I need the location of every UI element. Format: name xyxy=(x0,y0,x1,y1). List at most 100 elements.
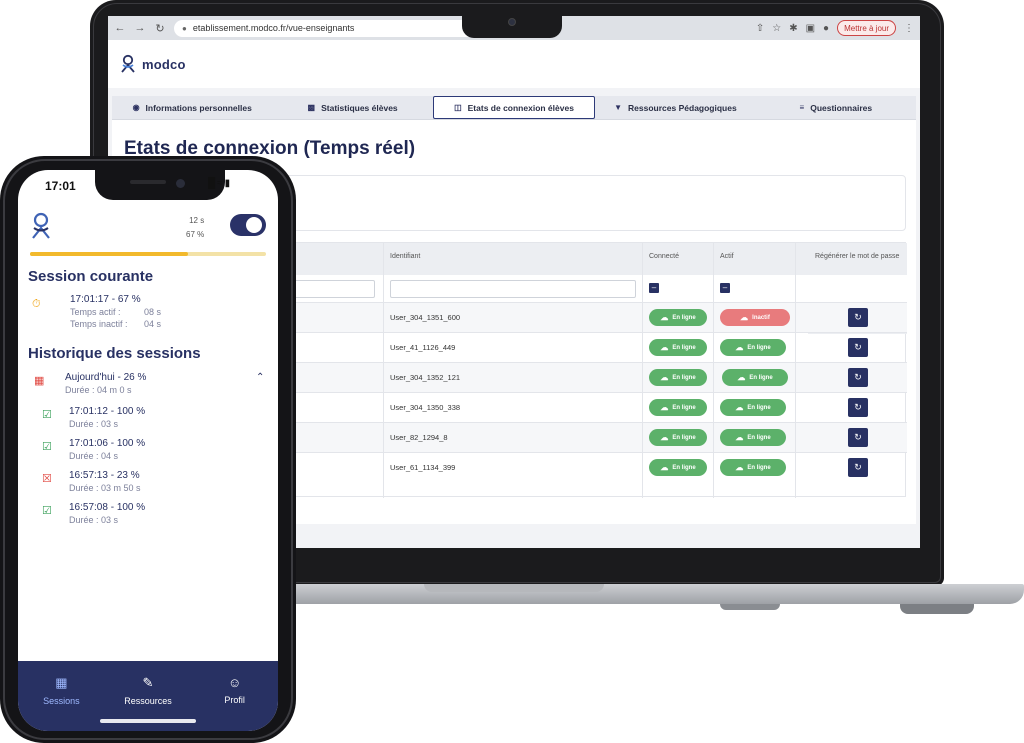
app-header: modco xyxy=(108,40,920,88)
cloud-off-icon: ☁ xyxy=(740,313,749,322)
chart-icon: ▩ xyxy=(307,103,316,112)
laptop-foot xyxy=(900,604,974,614)
tab-etats-connexion[interactable]: ◫ Etats de connexion élèves xyxy=(432,96,596,119)
inactive-time-label: Temps inactif : xyxy=(70,319,128,329)
refresh-icon: ↻ xyxy=(854,462,862,472)
laptop-foot xyxy=(720,604,780,610)
basket-icon: ▼ xyxy=(614,103,623,112)
history-day-label[interactable]: Aujourd'hui - 26 % xyxy=(65,372,146,383)
modco-logo-icon[interactable] xyxy=(120,54,136,74)
back-arrow-icon[interactable]: ← xyxy=(114,22,126,34)
regen-password-button[interactable]: ↻ xyxy=(848,398,868,417)
chevron-up-icon[interactable]: ⌃ xyxy=(256,372,264,383)
history-session-main: 16:57:13 - 23 % xyxy=(69,470,140,481)
status-time: 17:01 xyxy=(45,179,76,193)
phone-screen: 17:01 █≈▮ 12 s 67 % Session courante ⏱ 1… xyxy=(18,170,278,731)
status-badge-connecte: ☁ En ligne xyxy=(649,399,707,416)
filter-input-identifiant[interactable] xyxy=(390,280,636,298)
address-bar[interactable]: ● etablissement.modco.fr/vue-enseignants xyxy=(174,19,504,37)
phone-camera xyxy=(176,179,185,188)
reload-icon[interactable]: ↻ xyxy=(154,22,166,35)
history-session-duration: Durée : 03 s xyxy=(69,419,119,429)
session-progress-fill xyxy=(30,252,189,256)
profile-icon[interactable]: ● xyxy=(823,23,829,34)
cell-identifiant: User_304_1350_338 xyxy=(390,403,461,412)
regen-password-button[interactable]: ↻ xyxy=(848,308,868,327)
regen-password-button[interactable]: ↻ xyxy=(848,338,868,357)
tracking-toggle[interactable] xyxy=(230,214,266,236)
history-heading: Historique des sessions xyxy=(28,345,201,362)
cloud-icon: ☁ xyxy=(737,373,746,382)
status-badge-actif: ☁ En ligne xyxy=(720,339,786,356)
menu-dots-icon[interactable]: ⋮ xyxy=(904,23,914,34)
nav-sessions[interactable]: ▦ Sessions xyxy=(18,661,105,731)
tab-questionnaires[interactable]: ≡ Questionnaires xyxy=(756,96,916,119)
sidepanel-icon[interactable]: ▣ xyxy=(806,23,815,34)
filter-checkbox-actif[interactable]: – xyxy=(720,283,730,293)
header-actif: Actif xyxy=(720,253,734,260)
refresh-icon: ↻ xyxy=(854,432,862,442)
lock-icon: ● xyxy=(182,23,187,33)
cloud-icon: ☁ xyxy=(660,463,669,472)
regen-password-button[interactable]: ↻ xyxy=(848,428,868,447)
stopwatch-icon: ⏱ xyxy=(32,298,41,310)
tab-informations-personnelles[interactable]: ◉ Informations personnelles xyxy=(112,96,272,119)
home-indicator xyxy=(100,719,196,723)
share-icon[interactable]: ⇧ xyxy=(756,23,764,34)
modco-logo-icon xyxy=(32,212,50,239)
mockup-stage: ← → ↻ ● etablissement.modco.fr/vue-ensei… xyxy=(0,0,1024,743)
filter-checkbox-connecte[interactable]: – xyxy=(649,283,659,293)
calendar-check-icon: ☑ xyxy=(42,505,52,517)
history-day-duration: Durée : 04 m 0 s xyxy=(65,385,132,395)
calendar-icon: ▦ xyxy=(55,675,68,690)
status-icons: █≈▮ xyxy=(208,178,232,189)
current-session-heading: Session courante xyxy=(28,268,154,285)
status-badge-actif: ☁ En ligne xyxy=(722,369,788,386)
cloud-icon: ☁ xyxy=(735,403,744,412)
cloud-icon: ☁ xyxy=(735,433,744,442)
update-button[interactable]: Mettre à jour xyxy=(837,20,896,36)
status-badge-connecte: ☁ En ligne xyxy=(649,429,707,446)
status-badge-actif: ☁ En ligne xyxy=(720,459,786,476)
history-session-main: 17:01:06 - 100 % xyxy=(69,438,146,449)
history-session-duration: Durée : 04 s xyxy=(69,451,119,461)
star-icon[interactable]: ☆ xyxy=(772,23,781,34)
calendar-check-icon: ☑ xyxy=(42,409,52,421)
user-circle-icon: ◉ xyxy=(132,103,140,112)
extensions-icon[interactable]: ✱ xyxy=(789,23,797,34)
refresh-icon: ↻ xyxy=(854,372,862,382)
battery-icon: ▮ xyxy=(224,178,233,189)
cloud-icon: ☁ xyxy=(660,373,669,382)
url-text: etablissement.modco.fr/vue-enseignants xyxy=(192,23,355,33)
cloud-icon: ☁ xyxy=(735,463,744,472)
calendar-icon: ▦ xyxy=(34,375,45,387)
laptop-base-notch xyxy=(424,584,604,592)
timer-seconds: 12 s xyxy=(189,216,205,225)
cloud-icon: ☁ xyxy=(735,343,744,352)
column-divider xyxy=(713,243,714,498)
status-badge-connecte: ☁ En ligne xyxy=(649,369,707,386)
tab-ressources-pedagogiques[interactable]: ▼ Ressources Pédagogiques xyxy=(595,96,755,119)
history-session-main: 16:57:08 - 100 % xyxy=(69,502,146,513)
cell-identifiant: User_82_1294_8 xyxy=(390,433,448,442)
regen-password-button[interactable]: ↻ xyxy=(848,458,868,477)
timer-percent: 67 % xyxy=(186,230,205,239)
status-badge-actif: ☁ En ligne xyxy=(720,429,786,446)
nav-profil[interactable]: ☺ Profil xyxy=(191,661,278,731)
cloud-icon: ☁ xyxy=(660,343,669,352)
session-timer: 12 s 67 % xyxy=(186,214,204,242)
regen-password-button[interactable]: ↻ xyxy=(848,368,868,387)
tab-statistiques-eleves[interactable]: ▩ Statistiques élèves xyxy=(272,96,432,119)
door-icon: ◫ xyxy=(454,103,462,112)
refresh-icon: ↻ xyxy=(854,312,862,322)
cell-identifiant: User_41_1126_449 xyxy=(390,343,456,352)
signal-icon: █ xyxy=(208,178,218,189)
session-progress-bar xyxy=(30,252,266,256)
person-icon: ☺ xyxy=(228,675,242,690)
app-logo-text: modco xyxy=(142,56,186,72)
toggle-knob xyxy=(246,217,262,233)
inactive-time-value: 04 s xyxy=(144,319,162,329)
history-session-main: 17:01:12 - 100 % xyxy=(69,406,146,417)
status-badge-actif: ☁ Inactif xyxy=(720,309,790,326)
forward-arrow-icon[interactable]: → xyxy=(134,22,146,34)
